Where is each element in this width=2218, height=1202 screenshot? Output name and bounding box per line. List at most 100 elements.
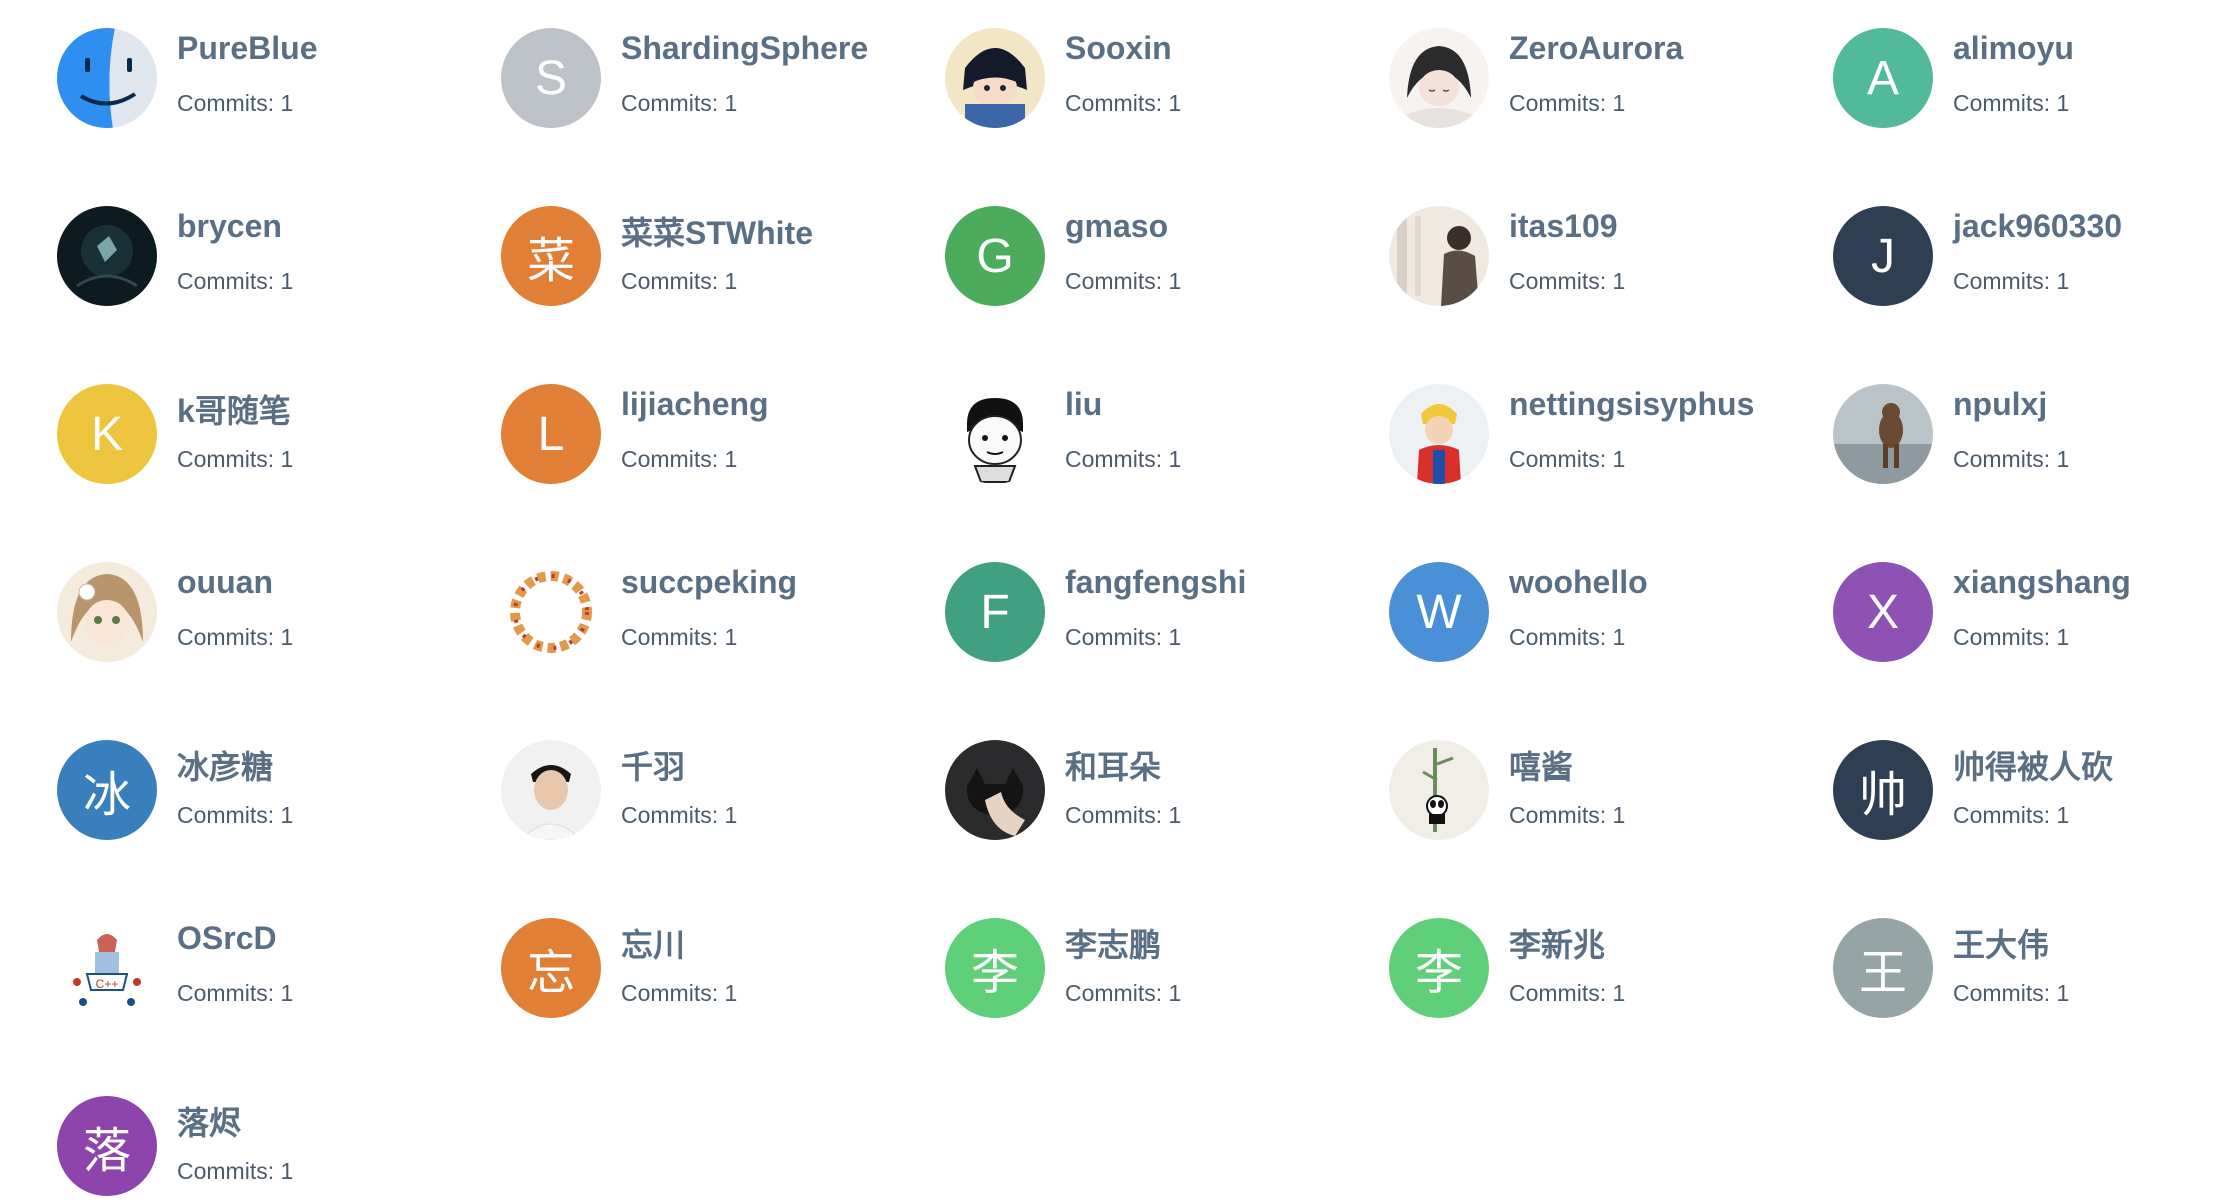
contributor-name[interactable]: k哥随笔 [177,386,291,432]
contributor-name[interactable]: 千羽 [621,742,685,788]
contributor-card[interactable]: succpeking Commits: 1 [444,534,884,662]
contributor-card[interactable]: 忘忘川 Commits: 1 [444,890,884,1018]
contributor-name[interactable]: liu [1065,386,1102,423]
contributor-card[interactable]: 冰冰彦糖 Commits: 1 [0,712,440,840]
contributor-name[interactable]: npulxj [1953,386,2047,423]
contributor-name[interactable]: fangfengshi [1065,564,1246,601]
contributor-name[interactable]: 忘川 [621,920,685,966]
contributor-name[interactable]: 李新兆 [1509,920,1605,966]
contributor-name[interactable]: ShardingSphere [621,30,868,67]
commit-count: Commits: 1 [177,90,294,116]
contributor-name[interactable]: itas109 [1509,208,1618,245]
avatar-letter[interactable]: W [1389,562,1489,662]
avatar-letter[interactable]: 菜 [501,206,601,306]
contributor-card[interactable]: Kk哥随笔 Commits: 1 [0,356,440,484]
avatar-letter[interactable]: K [57,384,157,484]
contributor-name[interactable]: gmaso [1065,208,1168,245]
contributor-name[interactable]: 和耳朵 [1065,742,1161,788]
contributor-name[interactable]: nettingsisyphus [1509,386,1754,423]
contributor-card[interactable]: ZeroAurora Commits: 1 [1332,0,1772,128]
contributor-name[interactable]: 嘻酱 [1509,742,1573,788]
commit-count: Commits: 1 [1509,268,1626,294]
avatar-letter[interactable]: 李 [1389,918,1489,1018]
anime-girl-sketch-icon[interactable] [1389,28,1489,128]
avatar-letter[interactable]: L [501,384,601,484]
commit-count: Commits: 1 [177,446,294,472]
dark-night-scene-icon[interactable] [57,206,157,306]
contributor-name[interactable]: succpeking [621,564,797,601]
cartoon-person-red-icon[interactable] [1389,384,1489,484]
contributor-name[interactable]: 王大伟 [1953,920,2049,966]
avatar-letter[interactable]: J [1833,206,1933,306]
avatar-letter[interactable]: A [1833,28,1933,128]
contributor-name[interactable]: Sooxin [1065,30,1172,67]
bear-photo-icon[interactable] [1833,384,1933,484]
contributor-card[interactable]: Aalimoyu Commits: 1 [1776,0,2216,128]
contributor-card[interactable]: npulxj Commits: 1 [1776,356,2216,484]
contributor-card[interactable]: 菜菜菜STWhite Commits: 1 [444,178,884,306]
contributor-card[interactable]: Ggmaso Commits: 1 [888,178,1328,306]
avatar-letter[interactable]: S [501,28,601,128]
avatar-letter[interactable]: 帅 [1833,740,1933,840]
contributor-card[interactable]: liu Commits: 1 [888,356,1328,484]
avatar-letter[interactable]: 落 [57,1096,157,1196]
contributor-card[interactable]: Wwoohello Commits: 1 [1332,534,1772,662]
contributor-card[interactable]: S ShardingSphere Commits: 1 [444,0,884,128]
commit-count: Commits: 1 [1065,980,1182,1006]
contributor-name[interactable]: ouuan [177,564,273,601]
avatar-letter[interactable]: G [945,206,1045,306]
contributor-name[interactable]: 菜菜STWhite [621,208,813,254]
finder-face-icon[interactable] [57,28,157,128]
contributor-name[interactable]: woohello [1509,564,1648,601]
avatar-letter[interactable]: X [1833,562,1933,662]
contributor-card[interactable]: brycen Commits: 1 [0,178,440,306]
contributor-name[interactable]: brycen [177,208,282,245]
contributor-name[interactable]: 李志鹏 [1065,920,1161,966]
contributor-name[interactable]: 帅得被人砍 [1953,742,2113,788]
avatar-letter[interactable]: F [945,562,1045,662]
anime-girl-beige-icon[interactable] [57,562,157,662]
contributor-card[interactable]: 嘻酱 Commits: 1 [1332,712,1772,840]
contributor-card[interactable]: nettingsisyphus Commits: 1 [1332,356,1772,484]
contributor-name[interactable]: xiangshang [1953,564,2131,601]
contributor-card[interactable]: Sooxin Commits: 1 [888,0,1328,128]
contributor-card[interactable]: 千羽 Commits: 1 [444,712,884,840]
person-by-window-icon[interactable] [1389,206,1489,306]
cpp-logo-icon[interactable]: C++ [57,918,157,1018]
man-portrait-icon[interactable] [501,740,601,840]
contributor-card[interactable]: C++ OSrcD Commits: 1 [0,890,440,1018]
contributor-name[interactable]: 冰彦糖 [177,742,273,788]
contributor-name[interactable]: 落烬 [177,1098,241,1144]
contributor-card[interactable]: 李李新兆 Commits: 1 [1332,890,1772,1018]
contributor-name[interactable]: ZeroAurora [1509,30,1683,67]
avatar-letter[interactable]: 王 [1833,918,1933,1018]
contributor-name[interactable]: alimoyu [1953,30,2074,67]
contributor-name[interactable]: OSrcD [177,920,277,957]
avatar-letter[interactable]: 李 [945,918,1045,1018]
contributor-name[interactable]: PureBlue [177,30,317,67]
flower-wreath-icon[interactable] [501,562,601,662]
avatar-letter[interactable]: 冰 [57,740,157,840]
contributor-name[interactable]: lijiacheng [621,386,769,423]
contributor-card[interactable]: Jjack960330 Commits: 1 [1776,178,2216,306]
contributor-card[interactable]: 王王大伟 Commits: 1 [1776,890,2216,1018]
contributor-card[interactable]: PureBlue Commits: 1 [0,0,440,128]
contributor-card[interactable]: 帅帅得被人砍 Commits: 1 [1776,712,2216,840]
commit-count: Commits: 1 [177,1158,294,1184]
contributor-card[interactable]: 落落烬 Commits: 1 [0,1068,440,1196]
contributor-name[interactable]: jack960330 [1953,208,2122,245]
dark-cat-photo-icon[interactable] [945,740,1045,840]
contributor-card[interactable]: Llijiacheng Commits: 1 [444,356,884,484]
contributor-card[interactable]: Ffangfengshi Commits: 1 [888,534,1328,662]
commit-count: Commits: 1 [1953,446,2070,472]
contributor-card[interactable]: Xxiangshang Commits: 1 [1776,534,2216,662]
panda-bamboo-icon[interactable] [1389,740,1489,840]
avatar-letter[interactable]: 忘 [501,918,601,1018]
contributor-card[interactable]: 和耳朵 Commits: 1 [888,712,1328,840]
contributor-card[interactable]: 李李志鹏 Commits: 1 [888,890,1328,1018]
anime-boy-icon[interactable] [945,28,1045,128]
meme-face-icon[interactable] [945,384,1045,484]
commit-count: Commits: 1 [621,624,738,650]
contributor-card[interactable]: itas109 Commits: 1 [1332,178,1772,306]
contributor-card[interactable]: ouuan Commits: 1 [0,534,440,662]
